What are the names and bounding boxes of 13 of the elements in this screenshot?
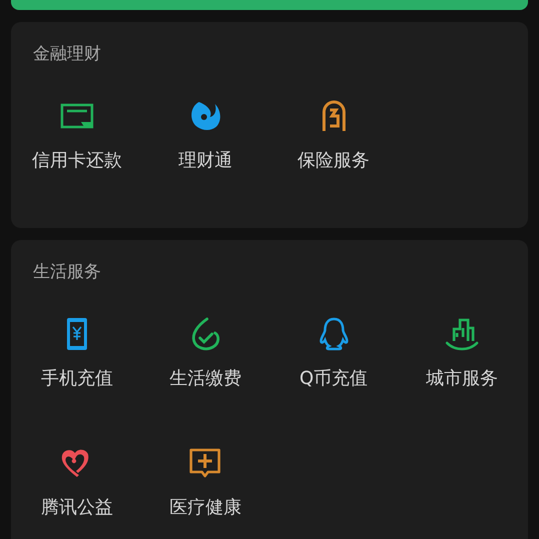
- service-link[interactable]: Q币充值: [300, 368, 368, 390]
- service-link[interactable]: 手机充值: [41, 368, 114, 390]
- action-button[interactable]: [11, 0, 528, 10]
- service-link[interactable]: 腾讯公益: [41, 497, 114, 519]
- service-link[interactable]: 生活缴费: [169, 368, 242, 390]
- service-link[interactable]: 城市服务: [426, 368, 498, 390]
- service-link[interactable]: 保险服务: [298, 150, 370, 172]
- service-link[interactable]: 医疗健康: [169, 497, 242, 519]
- service-link[interactable]: 信用卡还款: [32, 150, 122, 172]
- section-title: 生活服务: [33, 262, 102, 282]
- city-icon: [444, 316, 480, 352]
- section-title: 金融理财: [33, 44, 102, 64]
- service-link[interactable]: 理财通: [178, 150, 232, 172]
